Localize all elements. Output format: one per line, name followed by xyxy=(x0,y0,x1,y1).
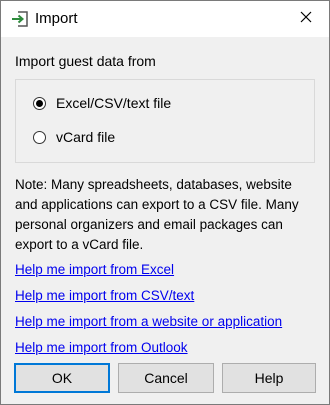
close-icon xyxy=(300,10,312,28)
import-source-group: Excel/CSV/text file vCard file xyxy=(15,79,315,163)
link-import-outlook[interactable]: Help me import from Outlook xyxy=(15,339,188,356)
radio-label: vCard file xyxy=(56,129,116,145)
radio-excel-csv-text[interactable]: Excel/CSV/text file xyxy=(33,95,171,112)
radio-button-unchecked[interactable] xyxy=(33,131,46,144)
ok-button[interactable]: OK xyxy=(14,363,110,393)
help-button[interactable]: Help xyxy=(222,363,316,393)
radio-button-checked[interactable] xyxy=(33,97,46,110)
link-import-excel[interactable]: Help me import from Excel xyxy=(15,261,174,278)
import-source-label: Import guest data from xyxy=(15,53,156,69)
radio-label: Excel/CSV/text file xyxy=(56,95,172,111)
cancel-button[interactable]: Cancel xyxy=(118,363,214,393)
close-button[interactable] xyxy=(291,5,321,33)
link-import-website-application[interactable]: Help me import from a website or applica… xyxy=(15,313,282,330)
import-note: Note: Many spreadsheets, databases, webs… xyxy=(15,177,299,252)
radio-vcard[interactable]: vCard file xyxy=(33,129,115,146)
link-import-csv-text[interactable]: Help me import from CSV/text xyxy=(15,287,194,304)
import-dialog: Import Import guest data from Excel/CSV/… xyxy=(0,0,330,405)
title-bar: Import xyxy=(1,1,329,37)
import-arrow-icon xyxy=(11,10,29,28)
window-title: Import xyxy=(35,10,78,27)
